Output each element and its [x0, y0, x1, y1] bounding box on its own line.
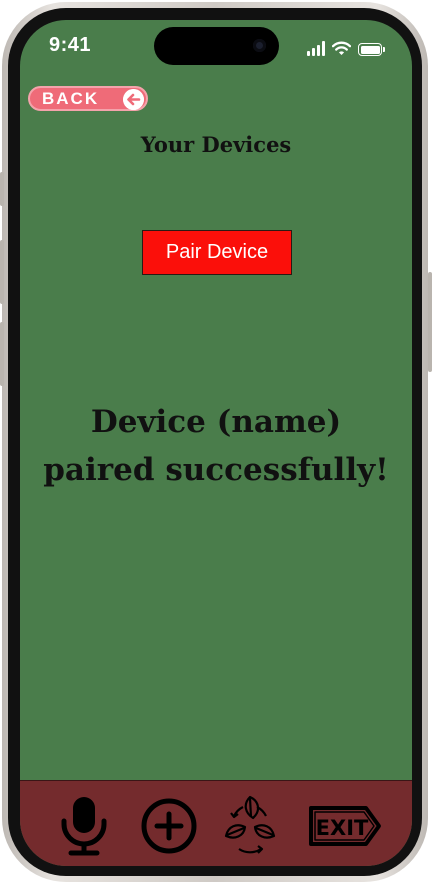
pair-device-button[interactable]: Pair Device [142, 230, 292, 275]
signal-icon [307, 40, 325, 56]
action-button [0, 172, 4, 206]
page-title: Your Devices [140, 132, 292, 157]
power-button [428, 272, 432, 372]
battery-icon [358, 43, 385, 56]
app-screen: 9:41 BACK Your Devices Pair Device Devic… [20, 20, 412, 866]
plus-circle-icon[interactable] [136, 793, 202, 859]
status-time: 9:41 [49, 34, 92, 56]
back-label: BACK [42, 88, 100, 108]
arrow-left-icon [123, 89, 144, 110]
dynamic-island [154, 27, 279, 65]
back-button[interactable]: BACK [28, 86, 148, 111]
bottom-nav-bar: EXIT [20, 780, 412, 866]
camera-icon [253, 39, 266, 52]
status-icons [307, 40, 385, 56]
success-message: Device (name) paired successfully! [43, 404, 389, 488]
wifi-icon [332, 41, 351, 55]
exit-label: EXIT [316, 816, 369, 840]
exit-sign-icon[interactable]: EXIT [306, 793, 384, 859]
microphone-icon[interactable] [51, 793, 117, 859]
volume-up-button [0, 240, 4, 304]
volume-down-button [0, 322, 4, 386]
recycle-leaves-icon[interactable] [217, 793, 283, 859]
